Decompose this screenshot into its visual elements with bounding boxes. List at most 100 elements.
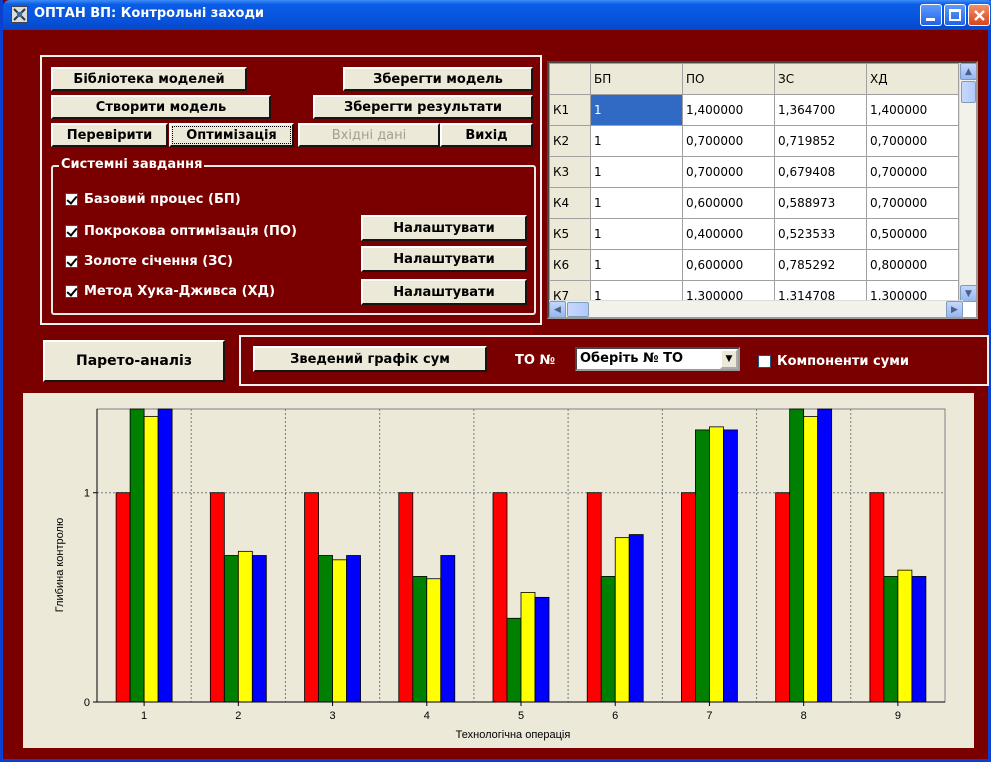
vertical-scrollbar[interactable]: ▲ ▼: [959, 63, 976, 302]
x-tick-label: 5: [518, 710, 524, 722]
table-cell[interactable]: 0,785292: [774, 249, 867, 281]
task-po-checkbox[interactable]: Покрокова оптимізація (ПО): [65, 224, 297, 239]
save-results-button[interactable]: Зберегти результати: [313, 95, 533, 119]
exit-button[interactable]: Вихід: [440, 123, 533, 147]
app-icon: [11, 6, 28, 23]
row-header: К5: [549, 218, 591, 250]
table-row[interactable]: К5 1 0,400000 0,523533 0,500000: [549, 218, 959, 250]
table-cell[interactable]: 0,700000: [866, 125, 959, 157]
table-cell[interactable]: 0,500000: [866, 218, 959, 250]
horizontal-scrollbar[interactable]: ◀ ▶: [549, 300, 963, 317]
row-header: К2: [549, 125, 591, 157]
configure-hd-button[interactable]: Налаштувати: [361, 279, 527, 305]
table-cell[interactable]: 1,400000: [682, 94, 775, 126]
bar: [143, 415, 159, 703]
task-bp-checkbox[interactable]: Базовий процес (БП): [65, 192, 241, 207]
checkbox-icon[interactable]: [65, 193, 78, 206]
bar: [586, 492, 602, 703]
table-cell[interactable]: 1: [590, 125, 683, 157]
scroll-thumb[interactable]: [567, 302, 589, 317]
table-cell[interactable]: 1: [590, 94, 683, 126]
scroll-left-icon[interactable]: ◀: [549, 301, 566, 317]
components-sum-checkbox[interactable]: Компоненти суми: [758, 354, 909, 369]
summary-chart-button[interactable]: Зведений графік сум: [253, 346, 487, 372]
column-header: [549, 63, 591, 95]
table-cell[interactable]: 0,719852: [774, 125, 867, 157]
title-bar[interactable]: ОПТАН ВП: Контрольні заходи: [3, 0, 991, 30]
y-tick-label: 0: [84, 697, 90, 709]
configure-zs-button[interactable]: Налаштувати: [361, 246, 527, 272]
x-tick-label: 2: [235, 710, 241, 722]
bar: [412, 576, 428, 703]
bar: [520, 592, 536, 703]
scroll-right-icon[interactable]: ▶: [946, 301, 963, 317]
maximize-icon: [949, 9, 961, 21]
task-zs-checkbox[interactable]: Золоте січення (ЗС): [65, 254, 233, 269]
input-data-button[interactable]: Вхідні дані: [298, 123, 440, 147]
table-cell[interactable]: 0,800000: [866, 249, 959, 281]
configure-po-button[interactable]: Налаштувати: [361, 215, 527, 241]
bar: [681, 492, 696, 703]
checkbox-icon[interactable]: [65, 225, 78, 238]
table-cell[interactable]: 0,600000: [682, 187, 775, 219]
table-row[interactable]: К1 1 1,400000 1,364700 1,400000: [549, 94, 959, 126]
table-cell[interactable]: 0,700000: [682, 125, 775, 157]
scroll-thumb[interactable]: [961, 81, 976, 103]
chevron-down-icon[interactable]: ▼: [720, 349, 738, 369]
table-row[interactable]: К2 1 0,700000 0,719852 0,700000: [549, 125, 959, 157]
bar: [115, 492, 131, 703]
bar: [897, 569, 913, 703]
table-cell[interactable]: 0,700000: [866, 187, 959, 219]
table-cell[interactable]: 0,700000: [866, 156, 959, 188]
table-header-row: БП ПО ЗС ХД: [549, 63, 959, 95]
checkbox-icon[interactable]: [758, 355, 771, 368]
x-tick-label: 7: [706, 710, 712, 722]
minimize-icon: [926, 18, 935, 21]
table-cell[interactable]: 0,588973: [774, 187, 867, 219]
y-axis-label: Глибина контролю: [54, 518, 66, 612]
bar: [775, 492, 791, 703]
results-grid[interactable]: БП ПО ЗС ХД К1 1 1,400000 1,364700 1,400000 К…: [547, 61, 978, 319]
scroll-up-icon[interactable]: ▲: [960, 63, 976, 80]
table-cell[interactable]: 1,400000: [866, 94, 959, 126]
check-button[interactable]: Перевірити: [51, 123, 168, 147]
table-cell[interactable]: 0,400000: [682, 218, 775, 250]
x-tick-label: 3: [329, 710, 335, 722]
minimize-button[interactable]: [920, 4, 942, 26]
pareto-analysis-button[interactable]: Парето-аналіз: [43, 340, 225, 382]
main-window: ОПТАН ВП: Контрольні заходи Бібліотека м…: [0, 0, 991, 762]
table-cell[interactable]: 1,364700: [774, 94, 867, 126]
table-cell[interactable]: 0,600000: [682, 249, 775, 281]
optimize-button[interactable]: Оптимізація: [169, 123, 294, 147]
maximize-button[interactable]: [944, 4, 966, 26]
bar: [817, 408, 833, 703]
table-cell[interactable]: 1: [590, 156, 683, 188]
table-cell[interactable]: 1: [590, 218, 683, 250]
table-cell[interactable]: 0,523533: [774, 218, 867, 250]
table-row[interactable]: К3 1 0,700000 0,679408 0,700000: [549, 156, 959, 188]
bar: [157, 408, 173, 703]
chart-area: 1 2 3 4 5 6 7 8 9 0 1 Технологічна операція Глибин…: [23, 393, 974, 748]
checkbox-icon[interactable]: [65, 255, 78, 268]
checkbox-icon[interactable]: [65, 285, 78, 298]
bar: [237, 550, 253, 703]
close-button[interactable]: [968, 4, 990, 26]
to-number-value: Оберіть № ТО: [580, 351, 684, 366]
bar: [628, 534, 644, 703]
model-library-button[interactable]: Бібліотека моделей: [51, 67, 247, 91]
create-model-button[interactable]: Створити модель: [51, 95, 271, 119]
save-model-button[interactable]: Зберегти модель: [343, 67, 533, 91]
column-header: ЗС: [774, 63, 867, 95]
table-cell[interactable]: 0,700000: [682, 156, 775, 188]
bar: [346, 555, 361, 703]
bar: [398, 492, 414, 703]
bar: [440, 555, 456, 703]
table-cell[interactable]: 0,679408: [774, 156, 867, 188]
row-header: К4: [549, 187, 591, 219]
table-row[interactable]: К4 1 0,600000 0,588973 0,700000: [549, 187, 959, 219]
task-hd-checkbox[interactable]: Метод Хука-Дживса (ХД): [65, 284, 275, 299]
table-row[interactable]: К6 1 0,600000 0,785292 0,800000: [549, 249, 959, 281]
table-cell[interactable]: 1: [590, 187, 683, 219]
table-cell[interactable]: 1: [590, 249, 683, 281]
to-number-select[interactable]: Оберіть № ТО ▼: [575, 347, 740, 371]
